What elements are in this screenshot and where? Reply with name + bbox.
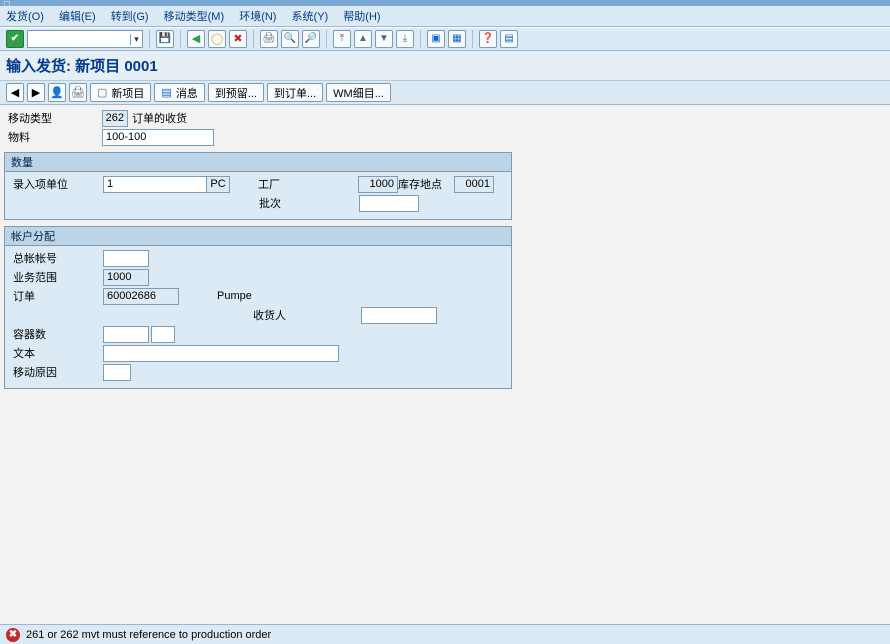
- to-reservation-button[interactable]: 到预留...: [208, 83, 264, 102]
- status-message: 261 or 262 mvt must reference to product…: [26, 629, 271, 641]
- gl-field[interactable]: [103, 250, 149, 267]
- text-label: 文本: [9, 345, 103, 361]
- order-desc: Pumpe: [217, 290, 252, 302]
- form-area: 移动类型 262 订单的收货 物料 100-100 数量 录入项单位 1 PC …: [0, 105, 890, 397]
- group-quantity-body: 录入项单位 1 PC 工厂 1000 库存地点 0001 批次: [5, 172, 511, 219]
- window-title-strip: □: [0, 0, 890, 6]
- first-page-button[interactable]: ⤒: [333, 30, 351, 48]
- group-quantity-title: 数量: [5, 153, 511, 172]
- row-material: 物料 100-100: [4, 128, 886, 146]
- order-label: 订单: [9, 288, 103, 304]
- layout-menu-button[interactable]: ▤: [500, 30, 518, 48]
- reason-field[interactable]: [103, 364, 131, 381]
- print-button[interactable]: 🖨: [260, 30, 278, 48]
- document-icon: ▢: [97, 86, 107, 99]
- find-button[interactable]: 🔍: [281, 30, 299, 48]
- find-next-button[interactable]: 🔎: [302, 30, 320, 48]
- menu-bar: 发货(O) 编辑(E) 转到(G) 移动类型(M) 环境(N) 系统(Y) 帮助…: [0, 6, 890, 27]
- print-overview-button[interactable]: 🖨: [69, 83, 87, 102]
- batch-label: 批次: [259, 195, 309, 211]
- back-button[interactable]: ◀: [187, 30, 205, 48]
- entry-unit-field: PC: [206, 176, 230, 193]
- containers-field-b[interactable]: [151, 326, 175, 343]
- to-order-button[interactable]: 到订单...: [267, 83, 323, 102]
- new-item-button[interactable]: ▢ 新项目: [90, 83, 151, 102]
- stg-loc-field: 0001: [454, 176, 494, 193]
- group-account-body: 总帐帐号 业务范围 1000 订单 60002686 Pumpe 收货人: [5, 246, 511, 388]
- list-icon: ▤: [161, 86, 171, 99]
- menu-item[interactable]: 移动类型(M): [164, 11, 225, 23]
- menu-item[interactable]: 转到(G): [111, 11, 149, 23]
- screen-title: 输入发货: 新项目 0001: [0, 51, 890, 81]
- containers-field-a[interactable]: [103, 326, 149, 343]
- overview-button[interactable]: 👤: [48, 83, 66, 102]
- batch-field[interactable]: [359, 195, 419, 212]
- app-toolbar: ◀ ▶ 👤 🖨 ▢ 新项目 ▤ 消息 到预留... 到订单... WM细目...: [0, 81, 890, 105]
- containers-label: 容器数: [9, 326, 103, 342]
- standard-toolbar: ✔ ▾ 💾 ◀ ◯ ✖ 🖨 🔍 🔎 ⤒ ▲ ▼ ⤓ ▣ ▦ ❓ ▤: [0, 27, 890, 51]
- page-down-button[interactable]: ▼: [375, 30, 393, 48]
- menu-item[interactable]: 环境(N): [239, 11, 276, 23]
- mvmt-type-desc: 订单的收货: [132, 110, 187, 126]
- text-field[interactable]: [103, 345, 339, 362]
- recipient-field[interactable]: [361, 307, 437, 324]
- mvmt-type-label: 移动类型: [4, 110, 102, 126]
- help-button[interactable]: ❓: [479, 30, 497, 48]
- status-bar: ✖ 261 or 262 mvt must reference to produ…: [0, 624, 890, 644]
- shortcut-button[interactable]: ▦: [448, 30, 466, 48]
- new-item-label: 新项目: [111, 85, 144, 101]
- prev-item-button[interactable]: ◀: [6, 83, 24, 102]
- reason-label: 移动原因: [9, 364, 103, 380]
- new-session-button[interactable]: ▣: [427, 30, 445, 48]
- material-field[interactable]: 100-100: [102, 129, 214, 146]
- cancel-button[interactable]: ✖: [229, 30, 247, 48]
- material-label: 物料: [4, 129, 102, 145]
- group-account-title: 帐户分配: [5, 227, 511, 246]
- plant-field: 1000: [358, 176, 398, 193]
- messages-label: 消息: [176, 85, 198, 101]
- menu-item[interactable]: 系统(Y): [292, 11, 329, 23]
- page-up-button[interactable]: ▲: [354, 30, 372, 48]
- exit-button[interactable]: ◯: [208, 30, 226, 48]
- entry-qty-field[interactable]: 1: [103, 176, 207, 193]
- error-icon: ✖: [6, 628, 20, 642]
- app-root: { "menu": { "items": ["发货(O)", "编辑(E)", …: [0, 0, 890, 644]
- order-field: 60002686: [103, 288, 179, 305]
- row-mvmt-type: 移动类型 262 订单的收货: [4, 109, 886, 127]
- entry-unit-label: 录入项单位: [9, 176, 103, 192]
- menu-item[interactable]: 发货(O): [6, 11, 44, 23]
- save-button[interactable]: 💾: [156, 30, 174, 48]
- enter-button[interactable]: ✔: [6, 30, 24, 48]
- gl-label: 总帐帐号: [9, 250, 103, 266]
- command-field-wrap: ▾: [27, 30, 143, 48]
- menu-item[interactable]: 编辑(E): [59, 11, 96, 23]
- window-menu-icon: □: [4, 0, 10, 10]
- wm-detail-button[interactable]: WM细目...: [326, 83, 391, 102]
- messages-button[interactable]: ▤ 消息: [154, 83, 204, 102]
- command-dropdown-icon[interactable]: ▾: [130, 34, 142, 45]
- command-field[interactable]: [28, 31, 130, 47]
- last-page-button[interactable]: ⤓: [396, 30, 414, 48]
- group-account: 帐户分配 总帐帐号 业务范围 1000 订单 60002686 Pumpe: [4, 226, 512, 389]
- plant-label: 工厂: [258, 176, 308, 192]
- menu-item[interactable]: 帮助(H): [343, 11, 380, 23]
- stg-loc-label: 库存地点: [398, 176, 454, 192]
- recipient-label: 收货人: [253, 307, 303, 323]
- group-quantity: 数量 录入项单位 1 PC 工厂 1000 库存地点 0001: [4, 152, 512, 220]
- next-item-button[interactable]: ▶: [27, 83, 45, 102]
- business-area-field: 1000: [103, 269, 149, 286]
- business-area-label: 业务范围: [9, 269, 103, 285]
- mvmt-type-field: 262: [102, 110, 128, 127]
